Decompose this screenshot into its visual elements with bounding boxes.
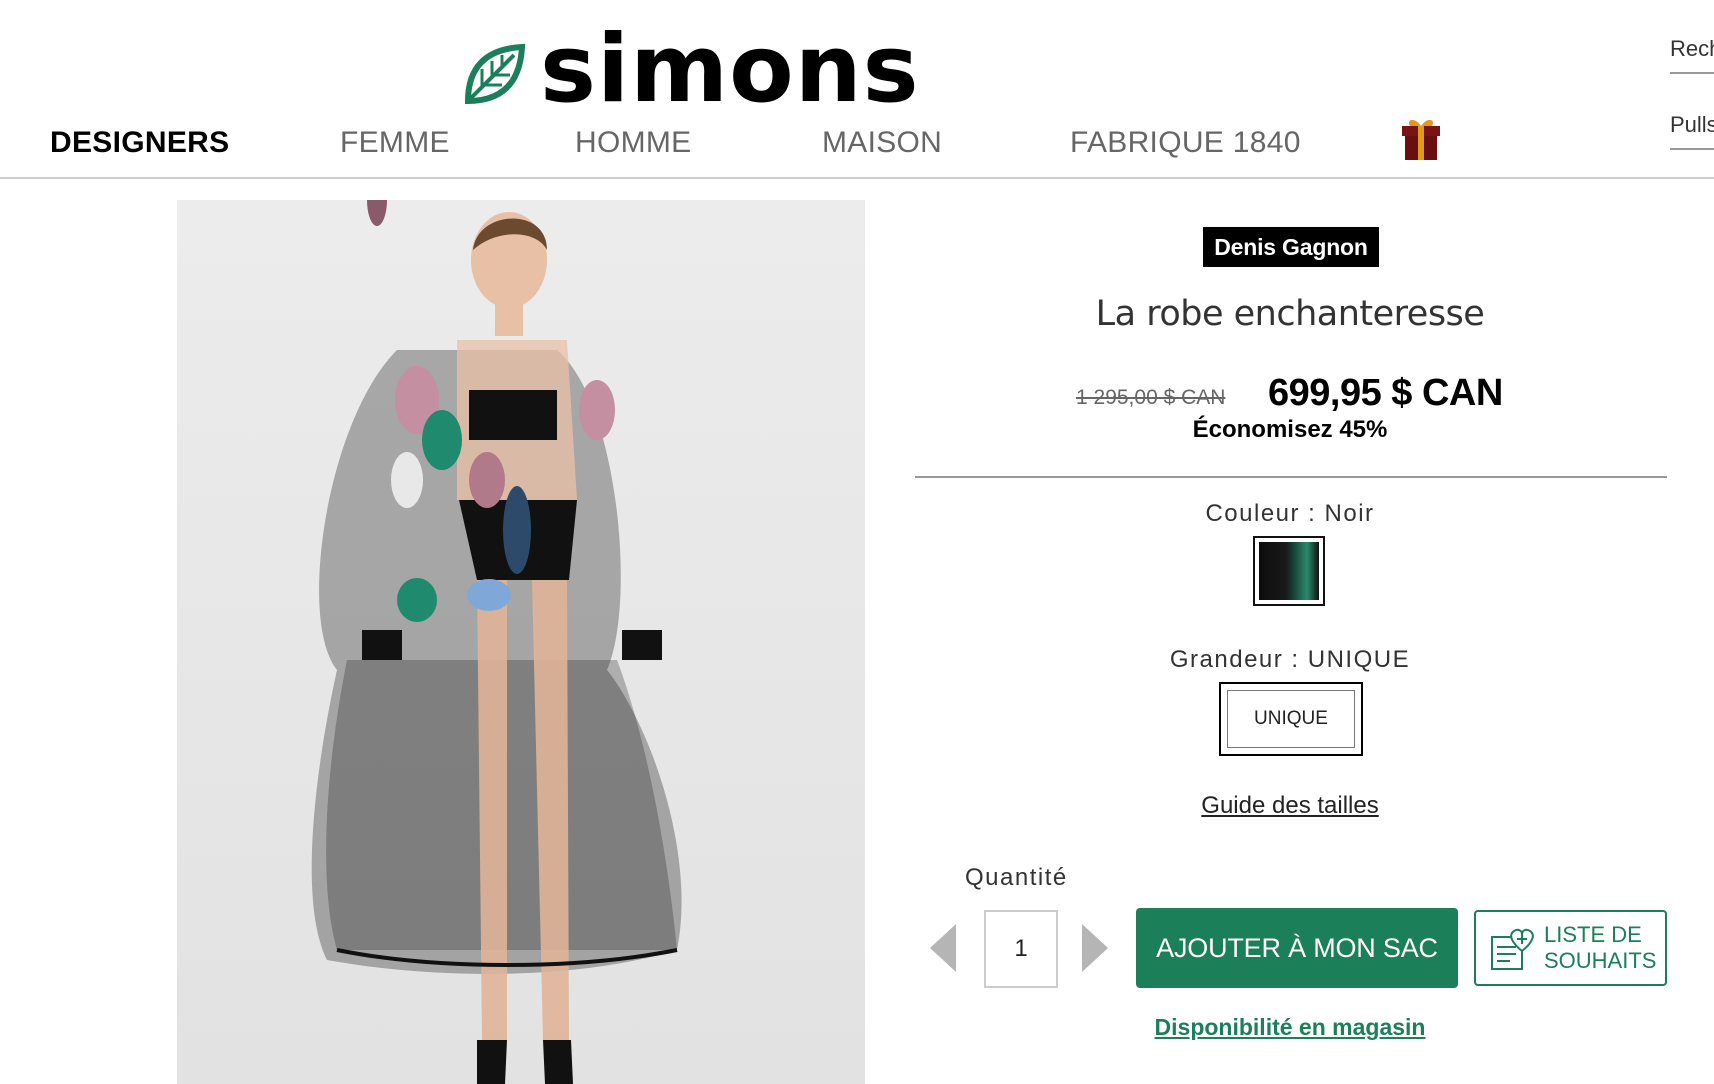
- size-guide-link[interactable]: Guide des tailles: [1020, 792, 1560, 820]
- savings-text: Économisez 45%: [1192, 416, 1388, 443]
- divider: [915, 476, 1667, 478]
- add-to-bag-button[interactable]: AJOUTER À MON SAC: [1136, 908, 1458, 988]
- main-nav: DESIGNERS FEMME HOMME MAISON FABRIQUE 18…: [0, 120, 1714, 179]
- quantity-label: Quantité: [965, 864, 1068, 891]
- quantity-input[interactable]: [984, 910, 1058, 988]
- size-option-label: UNIQUE: [1227, 690, 1355, 748]
- quantity-decrease-icon[interactable]: [928, 922, 958, 974]
- swatch-image: [1259, 542, 1319, 600]
- wishlist-label: LISTE DE SOUHAITS: [1544, 922, 1656, 974]
- size-option-unique[interactable]: UNIQUE: [1219, 682, 1363, 756]
- nav-item-fabrique-1840[interactable]: FABRIQUE 1840: [1070, 126, 1301, 160]
- simons-logo[interactable]: simons: [462, 23, 920, 117]
- product-image[interactable]: [177, 200, 865, 1084]
- color-swatch-noir[interactable]: [1253, 536, 1325, 606]
- gift-icon[interactable]: [1400, 114, 1442, 162]
- leaf-logo-icon: [464, 43, 526, 105]
- size-label: Grandeur : UNIQUE: [1169, 646, 1411, 673]
- wishlist-heart-icon: [1491, 928, 1534, 970]
- store-availability-link[interactable]: Disponibilité en magasin: [1020, 1014, 1560, 1041]
- original-price: 1 295,00 $ CAN: [1076, 386, 1226, 409]
- quantity-increase-icon[interactable]: [1080, 922, 1110, 974]
- color-label: Couleur : Noir: [1205, 500, 1375, 527]
- nav-item-designers[interactable]: DESIGNERS: [50, 126, 229, 160]
- wishlist-button[interactable]: LISTE DE SOUHAITS: [1474, 910, 1667, 986]
- nav-item-femme[interactable]: FEMME: [340, 126, 450, 160]
- model-dress-illustration: [177, 200, 865, 1084]
- search-field[interactable]: Rech: [1670, 36, 1714, 74]
- logo-wordmark: simons: [540, 15, 920, 124]
- wishlist-label-line2: SOUHAITS: [1544, 948, 1657, 973]
- sale-price: 699,95 $ CAN: [1268, 372, 1503, 414]
- nav-item-maison[interactable]: MAISON: [822, 126, 942, 160]
- brand-badge[interactable]: Denis Gagnon: [1203, 227, 1379, 267]
- product-title: La robe enchanteresse: [1095, 294, 1485, 334]
- wishlist-label-line1: LISTE DE: [1544, 922, 1642, 947]
- nav-item-homme[interactable]: HOMME: [575, 126, 692, 160]
